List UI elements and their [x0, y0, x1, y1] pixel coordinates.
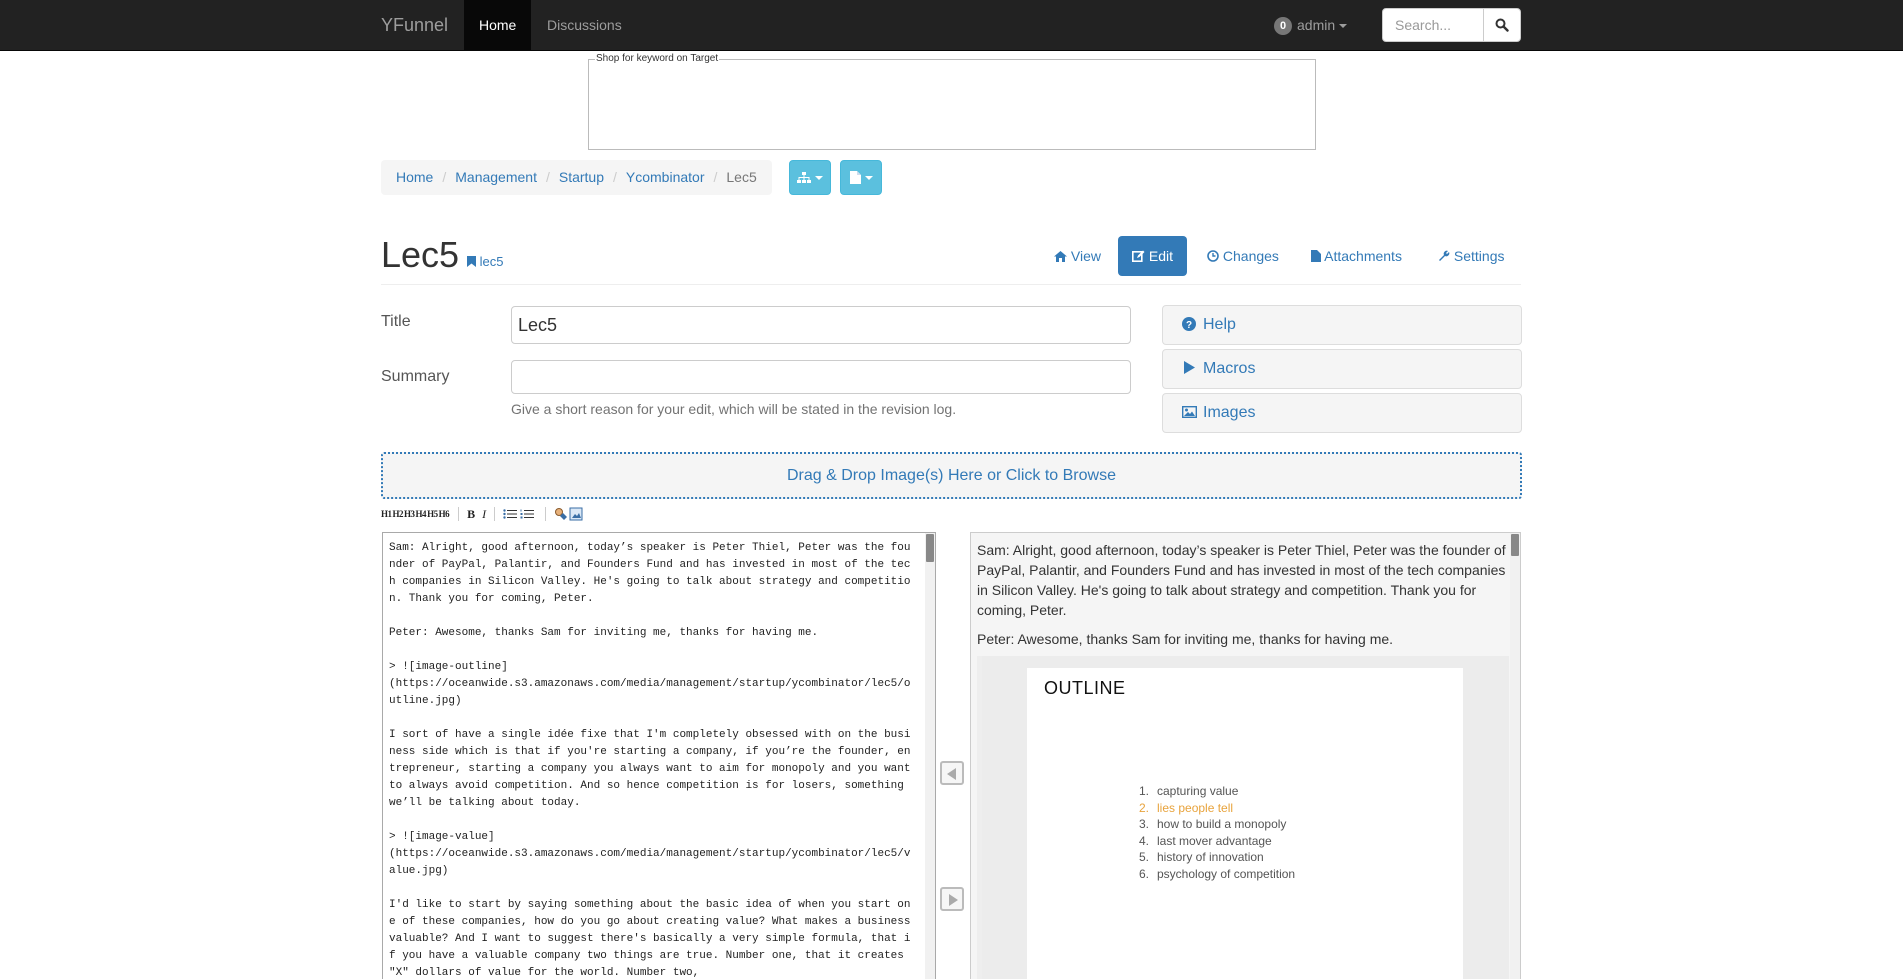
arrow-left-icon [947, 768, 956, 780]
markdown-editor[interactable]: Sam: Alright, good afternoon, today’s sp… [382, 532, 936, 979]
slide-list-item: 6. psychology of competition [1139, 866, 1296, 881]
home-icon [1054, 251, 1067, 262]
outline-slide-image: OUTLINE 1. capturing value 2. lies people … [1027, 668, 1463, 979]
editor-scroll-thumb[interactable] [926, 534, 934, 562]
preview-paragraph: Peter: Awesome, thanks Sam for inviting … [977, 631, 1394, 647]
macros-panel-label: Macros [1203, 360, 1256, 377]
picture-icon [1181, 405, 1197, 419]
page-slug: lec5 [479, 254, 504, 269]
summary-input[interactable] [511, 360, 1131, 394]
breadcrumb-home[interactable]: Home [396, 160, 433, 195]
brand-logo[interactable]: YFunnel [381, 0, 448, 50]
page-slug-link[interactable]: lec5 [467, 254, 503, 269]
bold-button[interactable]: B [467, 507, 475, 522]
h6-button[interactable]: H6 [439, 509, 450, 519]
file-icon [849, 171, 861, 185]
tab-attachments-label: Attachments [1324, 248, 1402, 264]
user-menu[interactable]: 0 admin [1274, 0, 1348, 50]
bookmark-icon [467, 256, 476, 267]
numbered-list-icon[interactable] [520, 509, 535, 519]
breadcrumb-ycombinator[interactable]: Ycombinator [626, 160, 705, 195]
summary-hint: Give a short reason for your edit, which… [511, 401, 957, 417]
search-input[interactable] [1382, 8, 1484, 42]
caret-down-icon [815, 175, 823, 180]
sitemap-icon [797, 171, 811, 183]
help-panel-label: Help [1203, 316, 1236, 333]
question-circle-icon: ? [1182, 317, 1196, 331]
slide-title: OUTLINE [1044, 678, 1126, 698]
slide-outline-list: 1. capturing value 2. lies people tell 3. h… [1139, 783, 1295, 882]
tab-edit-label: Edit [1148, 248, 1174, 264]
wrench-icon [1439, 250, 1450, 261]
insert-image-icon[interactable] [569, 507, 583, 521]
h5-button[interactable]: H5 [427, 509, 438, 519]
svg-text:?: ? [1186, 320, 1192, 331]
breadcrumb: Home / Management / Startup / Ycombinator / … [381, 160, 772, 195]
search-button[interactable] [1483, 8, 1521, 42]
editor-content[interactable]: Sam: Alright, good afternoon, today’s sp… [389, 540, 917, 979]
markdown-toolbar: H1 H2 H3 H4 H5 H6 B I [381, 506, 583, 522]
file-dropdown-button[interactable] [840, 160, 882, 195]
tab-edit[interactable]: Edit [1118, 236, 1188, 276]
bulleted-list-icon[interactable] [503, 509, 518, 519]
tab-view-label: View [1070, 248, 1101, 264]
h3-button[interactable]: H3 [404, 509, 415, 519]
caret-down-icon [1339, 24, 1348, 29]
h1-button[interactable]: H1 [381, 509, 392, 519]
arrow-right-icon [949, 894, 958, 906]
images-panel-toggle[interactable]: Images [1162, 393, 1522, 433]
header-divider [381, 284, 1521, 285]
tab-settings[interactable]: Settings [1424, 236, 1518, 276]
slide-list-item: 1. capturing value [1139, 784, 1239, 798]
breadcrumb-management[interactable]: Management [455, 160, 537, 195]
help-panel-toggle[interactable]: ? Help [1162, 305, 1522, 345]
images-panel-label: Images [1203, 404, 1256, 421]
breadcrumb-current: Lec5 [726, 169, 757, 185]
slide-list-item-highlighted: 2. lies people tell [1139, 800, 1234, 815]
ad-legend: Shop for keyword on Target [595, 53, 720, 64]
tab-changes[interactable]: Changes [1193, 236, 1293, 276]
file-icon [1311, 250, 1321, 262]
tab-view[interactable]: View [1040, 236, 1115, 276]
sync-right-button[interactable] [940, 887, 964, 911]
tab-changes-label: Changes [1222, 248, 1279, 264]
h4-button[interactable]: H4 [416, 509, 427, 519]
clock-icon [1207, 250, 1219, 262]
image-dropzone[interactable]: Drag & Drop Image(s) Here or Click to Br… [381, 452, 1522, 499]
play-icon [1184, 361, 1195, 374]
tab-settings-label: Settings [1453, 248, 1505, 264]
tab-attachments[interactable]: Attachments [1297, 236, 1416, 276]
breadcrumb-startup[interactable]: Startup [559, 160, 604, 195]
editor-scrollbar[interactable] [925, 533, 935, 979]
title-input[interactable] [511, 306, 1131, 344]
caret-down-icon [864, 175, 873, 180]
slide-list-item: 5. history of innovation [1139, 850, 1264, 864]
h2-button[interactable]: H2 [393, 509, 404, 519]
macros-panel-toggle[interactable]: Macros [1162, 349, 1522, 389]
preview-scrollbar[interactable] [1510, 533, 1520, 979]
top-navbar: YFunnel Home Discussions 0 admin [0, 0, 1903, 51]
user-name: admin [1297, 17, 1336, 33]
notification-badge: 0 [1274, 17, 1292, 36]
summary-label: Summary [381, 368, 450, 385]
search-icon [1495, 18, 1509, 32]
sync-left-button[interactable] [940, 761, 964, 785]
italic-button[interactable]: I [482, 507, 486, 522]
sitemap-dropdown-button[interactable] [789, 160, 831, 195]
title-label: Title [381, 313, 411, 330]
ad-box[interactable]: Shop for keyword on Target [588, 53, 1316, 150]
slide-list-item: 3. how to build a monopoly [1139, 817, 1287, 831]
insert-link-icon[interactable] [554, 507, 568, 521]
preview-scroll-thumb[interactable] [1511, 534, 1519, 556]
page-title: Lec5 [381, 234, 460, 275]
slide-list-item: 4. last mover advantage [1139, 833, 1272, 848]
nav-home[interactable]: Home [464, 0, 532, 50]
edit-icon [1132, 250, 1145, 262]
nav-discussions[interactable]: Discussions [532, 0, 637, 50]
markdown-preview: Sam: Alright, good afternoon, today’s sp… [970, 532, 1521, 979]
preview-paragraph: Sam: Alright, good afternoon, today’s sp… [977, 542, 1506, 618]
